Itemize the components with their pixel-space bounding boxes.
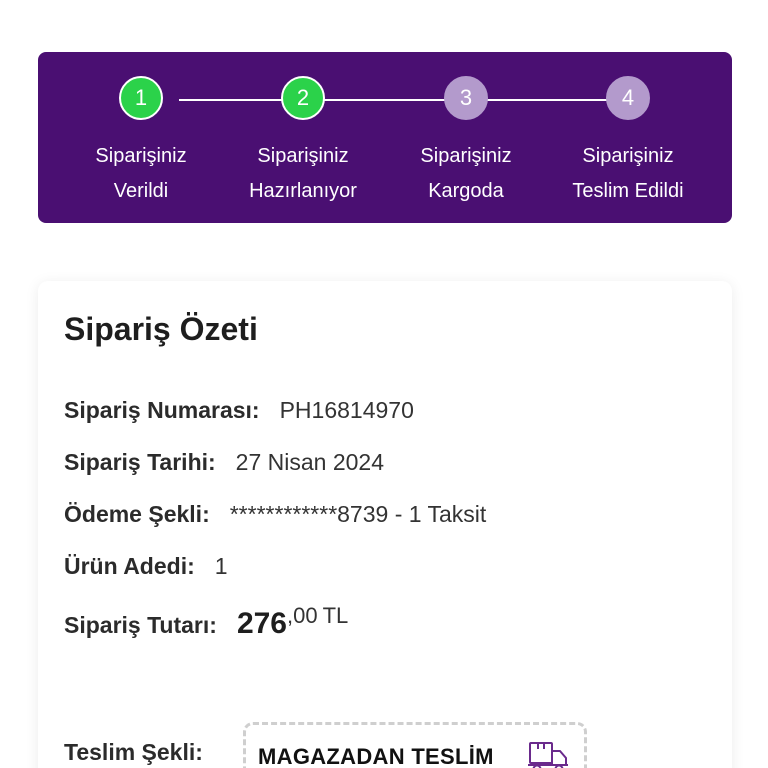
payment-label: Ödeme Şekli: bbox=[64, 501, 210, 527]
delivery-label: Teslim Şekli: bbox=[64, 739, 203, 765]
step-shipped: 3 Siparişiniz Kargoda bbox=[386, 76, 546, 209]
order-progress-tracker: 1 Siparişiniz Verildi 2 Siparişiniz Hazı… bbox=[38, 52, 732, 223]
step-label-1: Siparişiniz Verildi bbox=[95, 145, 187, 202]
total-row: Sipariş Tutarı: 276,00 TL bbox=[64, 603, 348, 641]
order-summary-card: Sipariş Özeti Sipariş Numarası: PH168149… bbox=[38, 281, 732, 768]
step-label-3: Siparişiniz Kargoda bbox=[420, 145, 512, 202]
order-date-value: 27 Nisan 2024 bbox=[235, 449, 385, 475]
summary-title: Sipariş Özeti bbox=[64, 311, 258, 347]
order-status-page: 1 Siparişiniz Verildi 2 Siparişiniz Hazı… bbox=[0, 0, 768, 768]
step-label-2: Siparişiniz Hazırlanıyor bbox=[249, 145, 357, 202]
order-number-row: Sipariş Numarası: PH16814970 bbox=[64, 397, 414, 424]
total-integer: 276 bbox=[236, 607, 287, 640]
order-date-label: Sipariş Tarihi: bbox=[64, 449, 216, 475]
order-date-row: Sipariş Tarihi: 27 Nisan 2024 bbox=[64, 449, 384, 476]
payment-value: ************8739 - 1 Taksit bbox=[229, 501, 487, 527]
quantity-label: Ürün Adedi: bbox=[64, 553, 195, 579]
step-label-4: Siparişiniz Teslim Edildi bbox=[572, 145, 684, 202]
order-number-label: Sipariş Numarası: bbox=[64, 397, 260, 423]
store-delivery-truck-icon bbox=[528, 742, 568, 768]
step-ordered: 1 Siparişiniz Verildi bbox=[61, 76, 221, 209]
delivery-method: MAGAZADAN TESLİM bbox=[258, 744, 494, 768]
quantity-value: 1 bbox=[214, 553, 228, 579]
step-circle-3: 3 bbox=[444, 76, 488, 120]
quantity-row: Ürün Adedi: 1 bbox=[64, 553, 228, 580]
step-circle-4: 4 bbox=[606, 76, 650, 120]
delivery-method-box: MAGAZADAN TESLİM bbox=[243, 722, 587, 768]
total-decimal: ,00 bbox=[287, 603, 318, 628]
step-preparing: 2 Siparişiniz Hazırlanıyor bbox=[223, 76, 383, 209]
step-delivered: 4 Siparişiniz Teslim Edildi bbox=[548, 76, 708, 209]
order-number-value: PH16814970 bbox=[279, 397, 414, 423]
payment-row: Ödeme Şekli: ************8739 - 1 Taksit bbox=[64, 501, 486, 528]
step-circle-2: 2 bbox=[281, 76, 325, 120]
total-label: Sipariş Tutarı: bbox=[64, 612, 217, 638]
step-circle-1: 1 bbox=[119, 76, 163, 120]
delivery-row: Teslim Şekli: bbox=[64, 739, 223, 766]
total-currency: TL bbox=[322, 603, 349, 628]
